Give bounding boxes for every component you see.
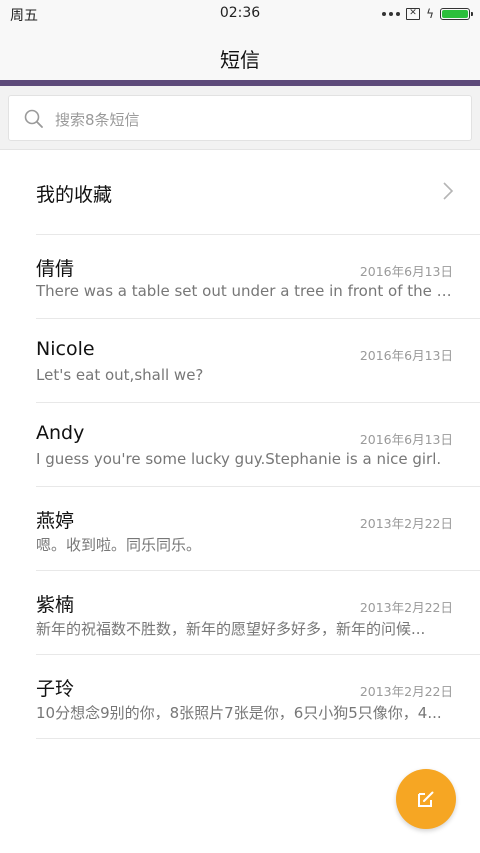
- message-sender: Andy: [36, 422, 85, 444]
- favorites-row[interactable]: 我的收藏: [0, 150, 480, 234]
- message-date: 2016年6月13日: [359, 264, 453, 279]
- search-input[interactable]: 搜索8条短信: [8, 95, 472, 141]
- message-sender: 紫楠: [36, 594, 75, 616]
- favorites-label: 我的收藏: [36, 184, 113, 206]
- status-bar: 周五 02:36 ✕ ϟ: [0, 0, 480, 28]
- message-date: 2016年6月13日: [359, 432, 453, 447]
- message-preview: There was a table set out under a tree i…: [36, 282, 452, 300]
- message-sender: 子玲: [36, 678, 75, 700]
- signal-dots-icon: [382, 12, 401, 16]
- message-preview: I guess you're some lucky guy.Stephanie …: [36, 450, 442, 468]
- status-icons: ✕ ϟ: [382, 6, 473, 22]
- message-date: 2013年2月22日: [359, 516, 453, 531]
- page-title: 短信: [220, 48, 260, 72]
- chevron-right-icon: [443, 182, 454, 200]
- message-item[interactable]: 子玲 2013年2月22日 10分想念9别的你，8张照片7张是你，6只小狗5只像…: [0, 654, 480, 738]
- message-date: 2013年2月22日: [359, 600, 453, 615]
- message-item[interactable]: 燕婷 2013年2月22日 嗯。收到啦。同乐同乐。: [0, 486, 480, 570]
- battery-fill: [442, 10, 468, 18]
- message-date: 2013年2月22日: [359, 684, 453, 699]
- divider: [36, 738, 480, 739]
- compose-button[interactable]: [396, 769, 456, 829]
- message-preview: 10分想念9别的你，8张照片7张是你，6只小狗5只像你，4...: [36, 704, 442, 722]
- message-item[interactable]: Nicole 2016年6月13日 Let's eat out,shall we…: [0, 318, 480, 402]
- message-sender: Nicole: [36, 338, 95, 360]
- message-sender: 倩倩: [36, 258, 75, 280]
- charging-icon: ϟ: [426, 7, 434, 21]
- message-item[interactable]: 紫楠 2013年2月22日 新年的祝福数不胜数，新年的愿望好多好多，新年的问候.…: [0, 570, 480, 654]
- message-preview: 新年的祝福数不胜数，新年的愿望好多好多，新年的问候...: [36, 620, 426, 638]
- message-preview: 嗯。收到啦。同乐同乐。: [36, 536, 202, 554]
- message-date: 2016年6月13日: [359, 348, 453, 363]
- battery-icon: [440, 8, 473, 20]
- no-sim-icon: ✕: [406, 8, 421, 20]
- message-item[interactable]: 倩倩 2016年6月13日 There was a table set out …: [0, 234, 480, 318]
- message-sender: 燕婷: [36, 510, 75, 532]
- search-icon: [24, 109, 43, 128]
- message-preview: Let's eat out,shall we?: [36, 366, 204, 384]
- compose-icon: [418, 791, 434, 807]
- title-bar: 短信: [0, 28, 480, 80]
- message-item[interactable]: Andy 2016年6月13日 I guess you're some luck…: [0, 402, 480, 486]
- search-area: 搜索8条短信: [0, 86, 480, 150]
- search-placeholder: 搜索8条短信: [55, 111, 140, 129]
